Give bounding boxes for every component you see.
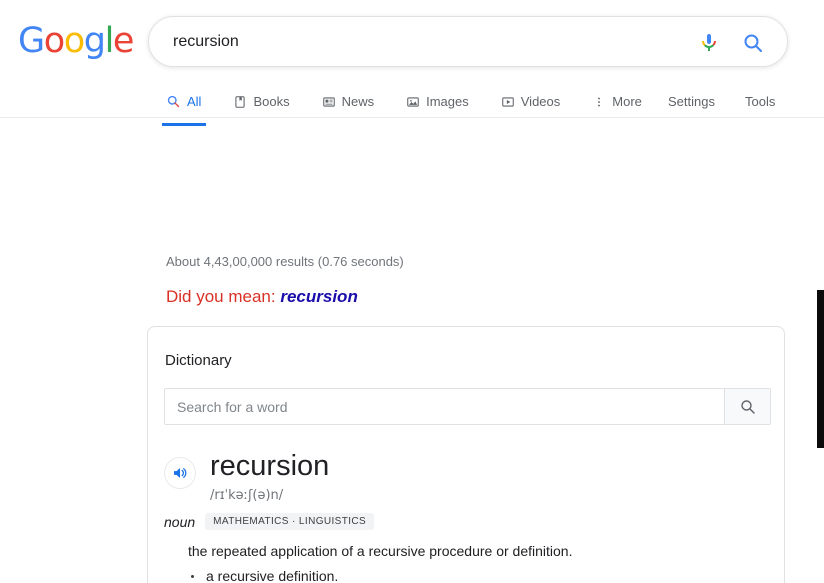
domain-badge: MATHEMATICS · LINGUISTICS [205, 513, 375, 530]
tab-videos[interactable]: Videos [501, 85, 575, 118]
definition-primary: the repeated application of a recursive … [188, 543, 573, 559]
word-search-button[interactable] [724, 389, 770, 424]
result-stats: About 4,43,00,000 results (0.76 seconds) [166, 254, 404, 269]
settings-link[interactable]: Settings [668, 94, 715, 109]
search-input[interactable] [171, 17, 824, 66]
search-header: Google All [0, 0, 824, 126]
part-of-speech-row: noun MATHEMATICS · LINGUISTICS [164, 513, 375, 530]
book-icon [235, 95, 246, 108]
search-tabs: All Books News Images Videos More [162, 85, 674, 126]
bullet-icon [191, 575, 194, 578]
page-scrollbar-thumb[interactable] [817, 290, 824, 448]
tab-books[interactable]: Books [233, 85, 303, 118]
part-of-speech: noun [164, 513, 196, 530]
logo-letter-G: G [18, 21, 45, 61]
dictionary-word: recursion [210, 450, 330, 482]
definition-sub-text: a recursive definition. [206, 568, 339, 583]
search-box[interactable] [148, 16, 824, 67]
more-vertical-icon [598, 97, 601, 106]
did-you-mean-prefix: Did you mean: [166, 287, 276, 306]
dictionary-card: Dictionary recursion /rɪˈkəːʃ(ə)n/ [147, 326, 785, 583]
did-you-mean-suggestion[interactable]: recursion [280, 287, 357, 306]
video-icon [501, 96, 514, 107]
did-you-mean: Did you mean: recursion [166, 287, 358, 307]
news-icon [322, 96, 335, 107]
logo-letter-e: e [112, 21, 135, 61]
phonetic-transcription: /rɪˈkəːʃ(ə)n/ [210, 488, 284, 503]
google-logo[interactable]: Google [18, 21, 135, 61]
logo-letter-l: l [104, 21, 115, 61]
tab-all[interactable]: All [162, 85, 215, 126]
definitions-list: the repeated application of a recursive … [188, 541, 748, 583]
search-icon [740, 399, 755, 414]
word-entry-header: recursion /rɪˈkəːʃ(ə)n/ [164, 449, 329, 503]
word-search-box[interactable] [164, 388, 771, 425]
tab-books-label: Books [253, 94, 290, 109]
dictionary-title: Dictionary [165, 352, 232, 369]
tab-news[interactable]: News [322, 85, 389, 118]
logo-letter-o1: o [43, 21, 65, 61]
microphone-icon[interactable] [697, 31, 721, 55]
tab-images[interactable]: Images [406, 85, 483, 118]
tab-all-label: All [187, 94, 202, 109]
image-icon [407, 96, 419, 107]
header-right-links: Settings Tools [668, 85, 775, 118]
tab-videos-label: Videos [520, 94, 561, 109]
search-icon [167, 95, 180, 108]
definition-sub: a recursive definition. plural noun: rec… [188, 567, 748, 583]
tab-more[interactable]: More [592, 85, 656, 118]
tab-active-underline [162, 123, 206, 126]
speaker-icon[interactable] [164, 457, 196, 489]
tab-more-label: More [612, 94, 642, 109]
logo-letter-g: g [83, 21, 106, 61]
page-scrollbar-track[interactable] [817, 118, 824, 583]
tab-images-label: Images [426, 94, 469, 109]
header-divider [0, 117, 824, 118]
logo-letter-o2: o [63, 21, 85, 61]
search-submit-icon[interactable] [741, 31, 765, 55]
tools-link[interactable]: Tools [745, 94, 775, 109]
word-search-input[interactable] [165, 389, 724, 424]
tab-news-label: News [341, 94, 375, 109]
